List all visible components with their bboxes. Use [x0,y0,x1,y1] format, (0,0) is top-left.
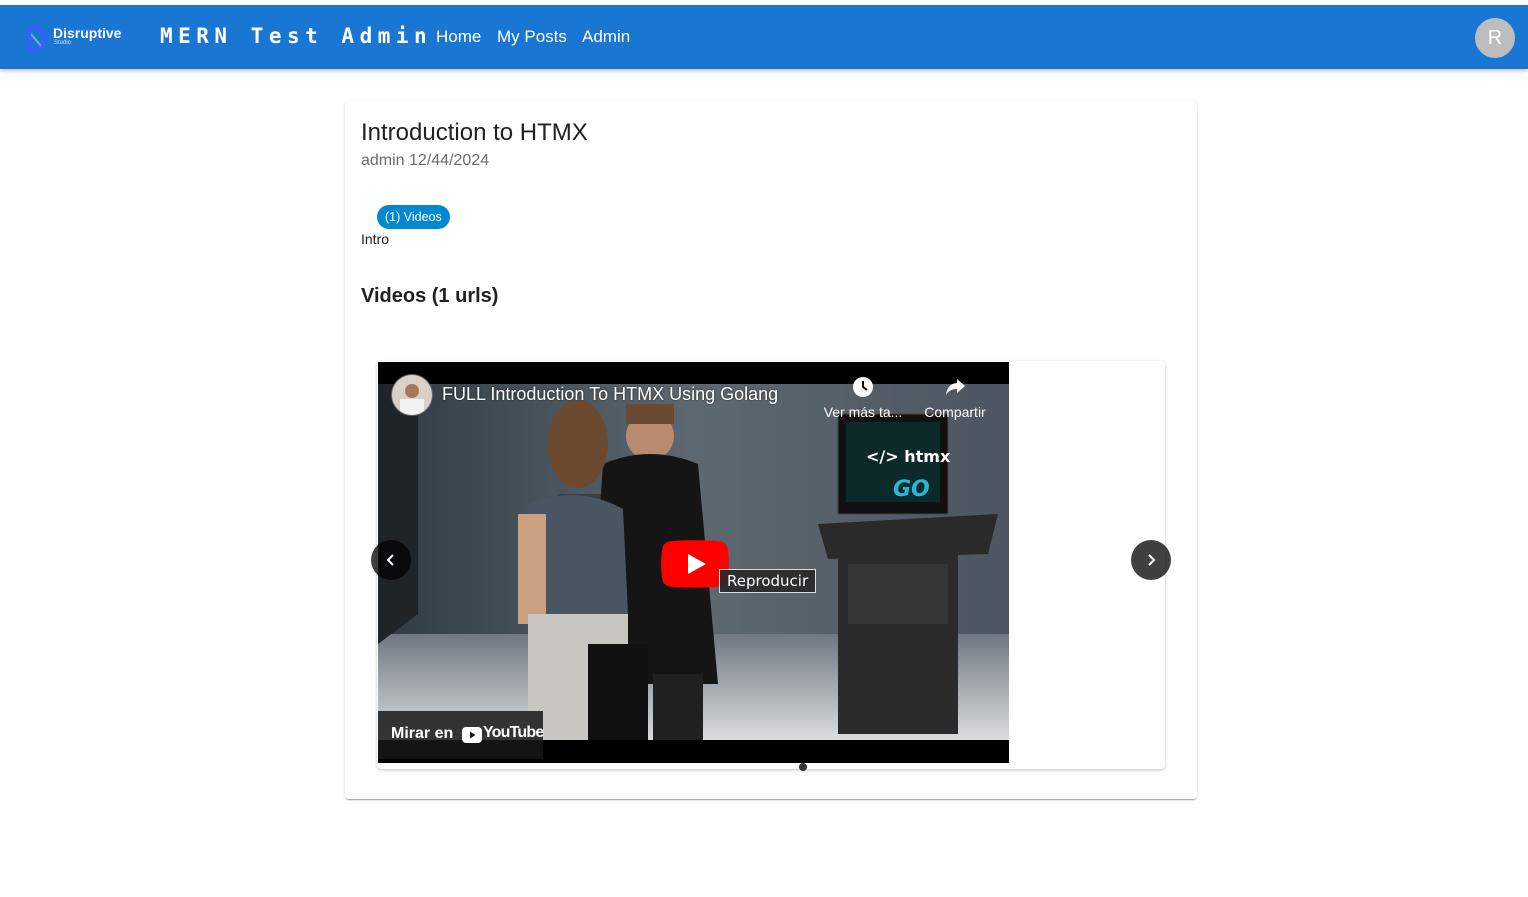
youtube-player[interactable]: </> htmx GO FULL Introduction To HTMX Us… [378,362,1009,763]
clock-icon [853,377,873,397]
logo-subtitle: Studio [54,40,72,46]
disruptive-logo-icon [27,26,47,52]
youtube-logo-icon [462,727,482,743]
chevron-left-icon [386,554,394,566]
share-label: Compartir [924,404,986,420]
carousel-prev-button[interactable] [371,540,411,580]
app-title: MERN Test Admin [160,24,433,48]
nav-my-posts[interactable]: My Posts [497,27,567,47]
brand-logo[interactable]: Disruptive Studio [25,24,135,52]
post-card: Introduction to HTMX admin 12/44/2024 (1… [345,101,1197,799]
videos-chip[interactable]: (1) Videos [377,205,450,229]
chip-caption: Intro [361,231,390,247]
nav-home[interactable]: Home [436,27,481,47]
share-button[interactable]: Compartir [910,376,1000,420]
watch-later-button[interactable]: Ver más ta... [818,376,908,420]
video-carousel: </> htmx GO FULL Introduction To HTMX Us… [377,361,1165,771]
chevron-right-icon [1148,554,1156,566]
youtube-wordmark: YouTube [483,724,544,741]
post-date: 12/44/2024 [409,152,490,169]
thumb-sign-bottom: GO [893,477,930,502]
videos-heading: Videos (1 urls) [361,285,499,307]
video-title[interactable]: FULL Introduction To HTMX Using Golang [442,384,778,405]
channel-avatar[interactable] [391,374,433,416]
thumb-sign-top: </> htmx [866,447,951,466]
logo-name: Disruptive [53,25,122,41]
post-meta: admin 12/44/2024 [361,152,489,170]
play-tooltip: Reproducir [719,569,817,593]
nav-admin[interactable]: Admin [582,27,630,47]
user-avatar[interactable]: R [1475,18,1515,58]
watch-later-label: Ver más ta... [823,404,903,420]
carousel-indicator[interactable] [799,763,807,771]
post-title: Introduction to HTMX [361,119,588,146]
post-author: admin [361,152,405,169]
watch-on-label: Mirar en [391,725,454,742]
app-bar: Disruptive Studio MERN Test Admin Home M… [0,5,1528,69]
share-icon [946,379,965,395]
watch-on-youtube-button[interactable]: Mirar en YouTube [378,711,544,759]
carousel-next-button[interactable] [1131,540,1171,580]
